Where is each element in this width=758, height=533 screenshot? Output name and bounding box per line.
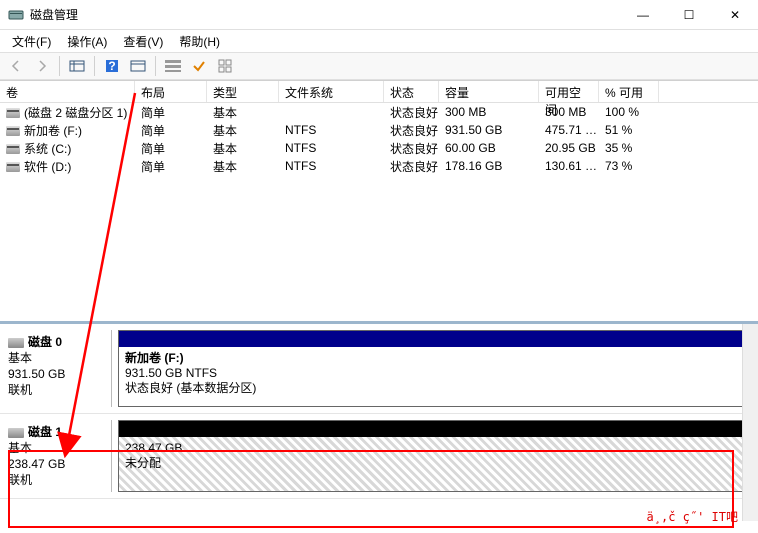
check-button[interactable] — [187, 55, 211, 77]
partition-header — [119, 421, 749, 437]
partition-size: 931.50 GB NTFS — [125, 366, 743, 381]
disk-0-row[interactable]: 磁盘 0 基本 931.50 GB 联机 新加卷 (F:) 931.50 GB … — [0, 324, 758, 414]
menu-file[interactable]: 文件(F) — [4, 31, 59, 52]
grid-button[interactable] — [213, 55, 237, 77]
col-layout[interactable]: 布局 — [135, 81, 207, 102]
toolbar: ? — [0, 52, 758, 80]
menu-action[interactable]: 操作(A) — [59, 31, 115, 52]
col-percent[interactable]: % 可用 — [599, 81, 659, 102]
col-capacity[interactable]: 容量 — [439, 81, 539, 102]
table-row[interactable]: (磁盘 2 磁盘分区 1)简单基本状态良好 (…300 MB300 MB100 … — [0, 103, 758, 121]
watermark: ä¸‚č ç˝' IT吧 — [647, 508, 738, 525]
menu-view[interactable]: 查看(V) — [115, 31, 171, 52]
volume-table: 卷 布局 类型 文件系统 状态 容量 可用空间 % 可用 (磁盘 2 磁盘分区 … — [0, 80, 758, 321]
col-volume[interactable]: 卷 — [0, 81, 135, 102]
help-button[interactable]: ? — [100, 55, 124, 77]
col-status[interactable]: 状态 — [384, 81, 439, 102]
partition-status: 未分配 — [125, 456, 743, 471]
partition-size: 238.47 GB — [125, 441, 743, 456]
minimize-button[interactable]: — — [620, 0, 666, 30]
table-row[interactable]: 系统 (C:)简单基本NTFS状态良好 (…60.00 GB20.95 GB35… — [0, 139, 758, 157]
disk-0-info: 磁盘 0 基本 931.50 GB 联机 — [0, 330, 112, 407]
maximize-button[interactable]: ☐ — [666, 0, 712, 30]
window-title: 磁盘管理 — [30, 6, 620, 23]
table-header: 卷 布局 类型 文件系统 状态 容量 可用空间 % 可用 — [0, 81, 758, 103]
close-button[interactable]: ✕ — [712, 0, 758, 30]
disk-icon — [8, 428, 24, 438]
titlebar: 磁盘管理 — ☐ ✕ — [0, 0, 758, 30]
menu-help[interactable]: 帮助(H) — [171, 31, 228, 52]
partition-header — [119, 331, 749, 347]
disk-1-partition-unallocated[interactable]: 238.47 GB 未分配 — [118, 420, 750, 492]
col-type[interactable]: 类型 — [207, 81, 279, 102]
partition-status: 状态良好 (基本数据分区) — [125, 381, 743, 396]
app-icon — [8, 7, 24, 23]
forward-button — [30, 55, 54, 77]
back-button — [4, 55, 28, 77]
partition-title: 新加卷 (F:) — [125, 351, 743, 366]
svg-text:?: ? — [108, 59, 115, 73]
disk-1-info: 磁盘 1 基本 238.47 GB 联机 — [0, 420, 112, 492]
menubar: 文件(F) 操作(A) 查看(V) 帮助(H) — [0, 30, 758, 52]
vertical-scrollbar[interactable] — [742, 324, 758, 521]
table-row[interactable]: 新加卷 (F:)简单基本NTFS状态良好 (…931.50 GB475.71 …… — [0, 121, 758, 139]
table-row[interactable]: 软件 (D:)简单基本NTFS状态良好 (…178.16 GB130.61 …7… — [0, 157, 758, 175]
disk-icon — [8, 338, 24, 348]
col-filesystem[interactable]: 文件系统 — [279, 81, 384, 102]
disk-graphical-view: 磁盘 0 基本 931.50 GB 联机 新加卷 (F:) 931.50 GB … — [0, 321, 758, 521]
disk-0-partition[interactable]: 新加卷 (F:) 931.50 GB NTFS 状态良好 (基本数据分区) — [118, 330, 750, 407]
view-button[interactable] — [65, 55, 89, 77]
col-free[interactable]: 可用空间 — [539, 81, 599, 102]
settings-button[interactable] — [126, 55, 150, 77]
disk-1-row[interactable]: 磁盘 1 基本 238.47 GB 联机 238.47 GB 未分配 — [0, 414, 758, 499]
table-body: (磁盘 2 磁盘分区 1)简单基本状态良好 (…300 MB300 MB100 … — [0, 103, 758, 321]
list-button[interactable] — [161, 55, 185, 77]
